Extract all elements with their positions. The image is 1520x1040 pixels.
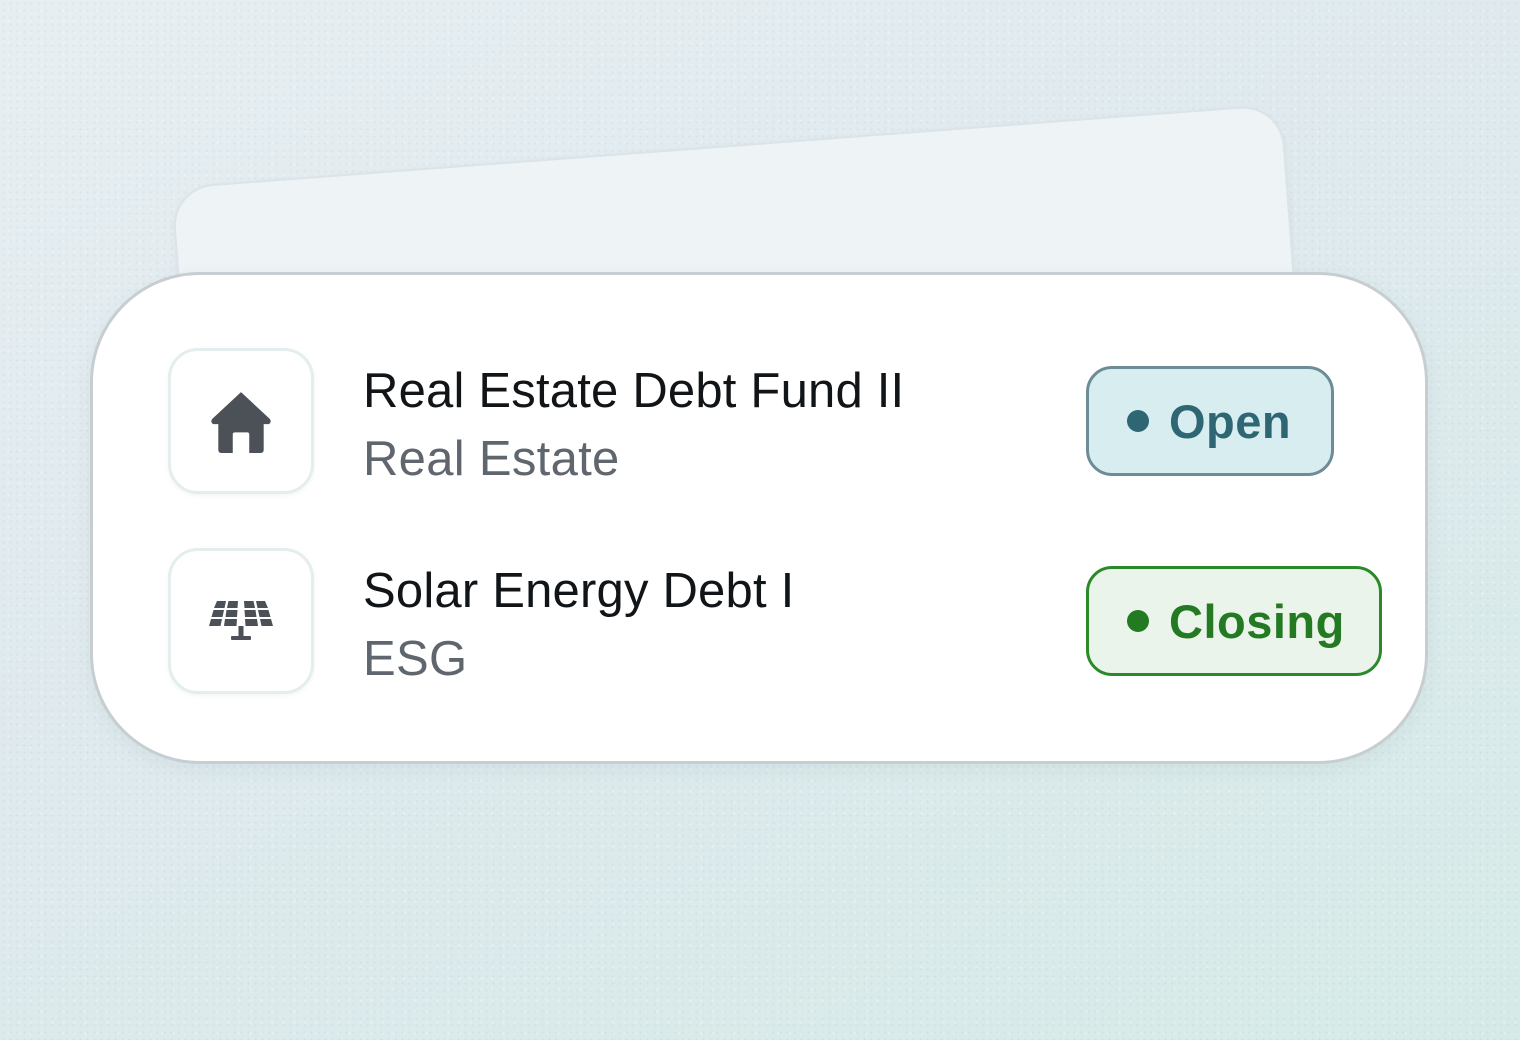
fund-name: Solar Energy Debt I xyxy=(363,564,795,618)
status-dot xyxy=(1127,610,1149,632)
fund-list-card: Real Estate Debt Fund II Real Estate Ope… xyxy=(90,272,1428,764)
fund-category: Real Estate xyxy=(363,432,620,486)
fund-row[interactable]: Real Estate Debt Fund II Real Estate Ope… xyxy=(93,345,1425,495)
status-label: Closing xyxy=(1169,594,1345,648)
status-badge-closing: Closing xyxy=(1086,566,1382,676)
status-label: Open xyxy=(1169,394,1292,448)
status-dot xyxy=(1127,410,1149,432)
fund-icon-container xyxy=(168,548,314,694)
solar-panel-icon xyxy=(209,601,273,640)
fund-icon-container xyxy=(168,348,314,494)
status-badge-open: Open xyxy=(1086,366,1334,476)
fund-row[interactable]: Solar Energy Debt I ESG Closing xyxy=(93,545,1425,695)
home-icon xyxy=(211,392,271,453)
fund-category: ESG xyxy=(363,632,468,686)
fund-name: Real Estate Debt Fund II xyxy=(363,364,905,418)
